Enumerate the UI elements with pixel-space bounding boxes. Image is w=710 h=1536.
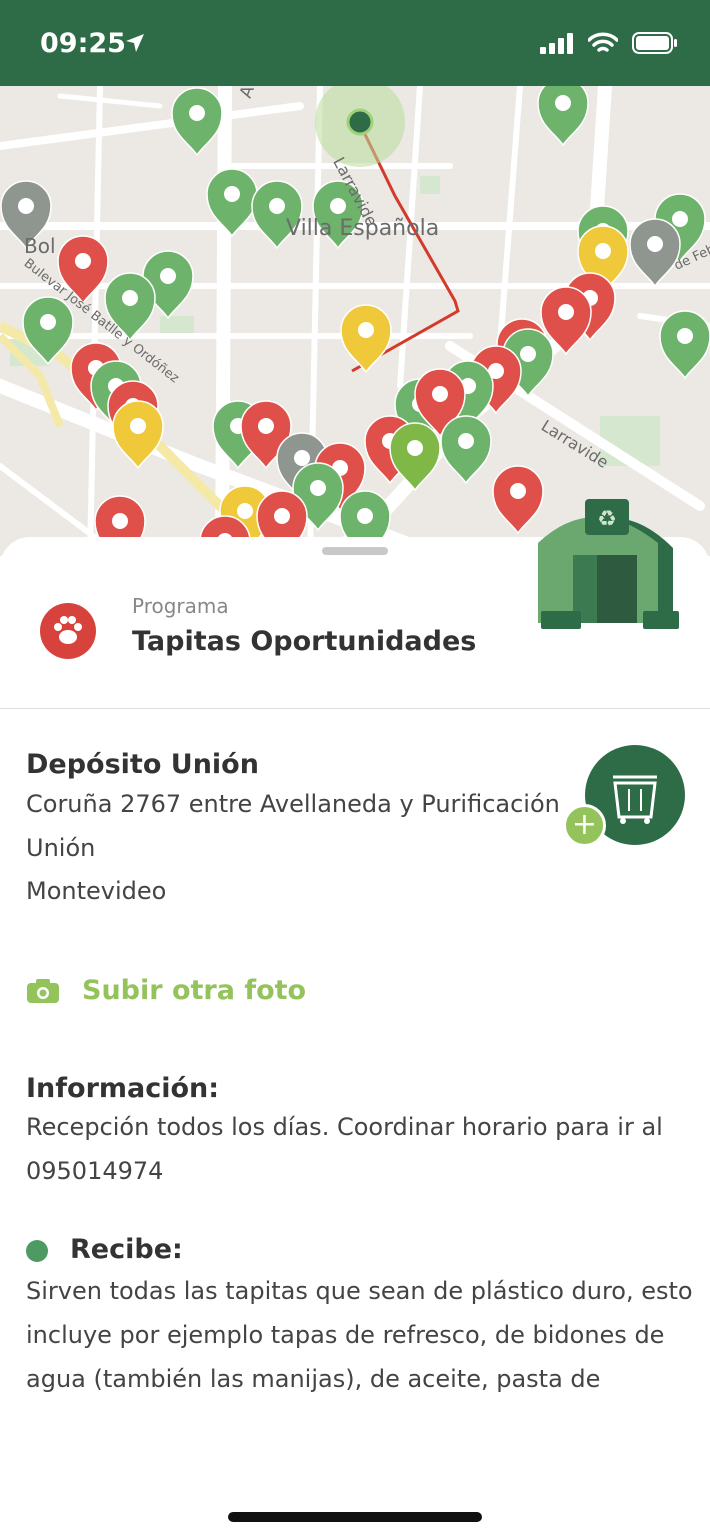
- paw-icon: [54, 616, 82, 644]
- address-line: Montevideo: [26, 877, 167, 905]
- battery-icon: [632, 32, 677, 54]
- info-text: Recepción todos los días. Coordinar hora…: [26, 1113, 663, 1185]
- recycle-icon: ♻: [597, 507, 617, 532]
- divider: [0, 708, 710, 709]
- depot-title: Depósito Unión: [26, 749, 259, 780]
- address-line: Coruña 2767 entre Avellaneda y Purificac…: [26, 790, 560, 818]
- location-arrow-icon: [126, 34, 144, 52]
- receives-text: Sirven todas las tapitas que sean de plá…: [26, 1277, 693, 1393]
- program-name: Tapitas Oportunidades: [132, 626, 477, 657]
- program-caption: Programa: [132, 594, 229, 618]
- cellular-signal-icon: [540, 33, 573, 54]
- camera-icon: [27, 978, 59, 1003]
- bottom-sheet[interactable]: Programa Tapitas Oportunidades ♻ Depósit…: [0, 499, 710, 1536]
- sheet-grabber[interactable]: [322, 547, 388, 555]
- address-line: Unión: [26, 834, 96, 862]
- wifi-icon: [588, 32, 618, 52]
- receives-title: Recibe:: [70, 1234, 183, 1265]
- depot-illustration: ♻: [538, 499, 679, 629]
- status-bar: 09:25: [0, 0, 710, 86]
- map-label-neighborhood: Villa Española: [286, 216, 440, 241]
- upload-photo-label: Subir otra foto: [82, 975, 307, 1006]
- status-time: 09:25: [40, 28, 126, 59]
- upload-photo-button[interactable]: Subir otra foto: [26, 975, 306, 1006]
- program-icon: [40, 603, 96, 659]
- info-title: Información:: [26, 1073, 220, 1104]
- receives-status-dot: [26, 1240, 48, 1262]
- home-indicator[interactable]: [228, 1512, 482, 1522]
- current-location-dot: [346, 108, 374, 136]
- plus-icon[interactable]: +: [563, 804, 606, 847]
- status-icons: [540, 32, 678, 54]
- map-view[interactable]: Ave Larravide Villa Española Bol Bulevar…: [0, 86, 710, 556]
- map-label-area: Bol: [24, 234, 56, 258]
